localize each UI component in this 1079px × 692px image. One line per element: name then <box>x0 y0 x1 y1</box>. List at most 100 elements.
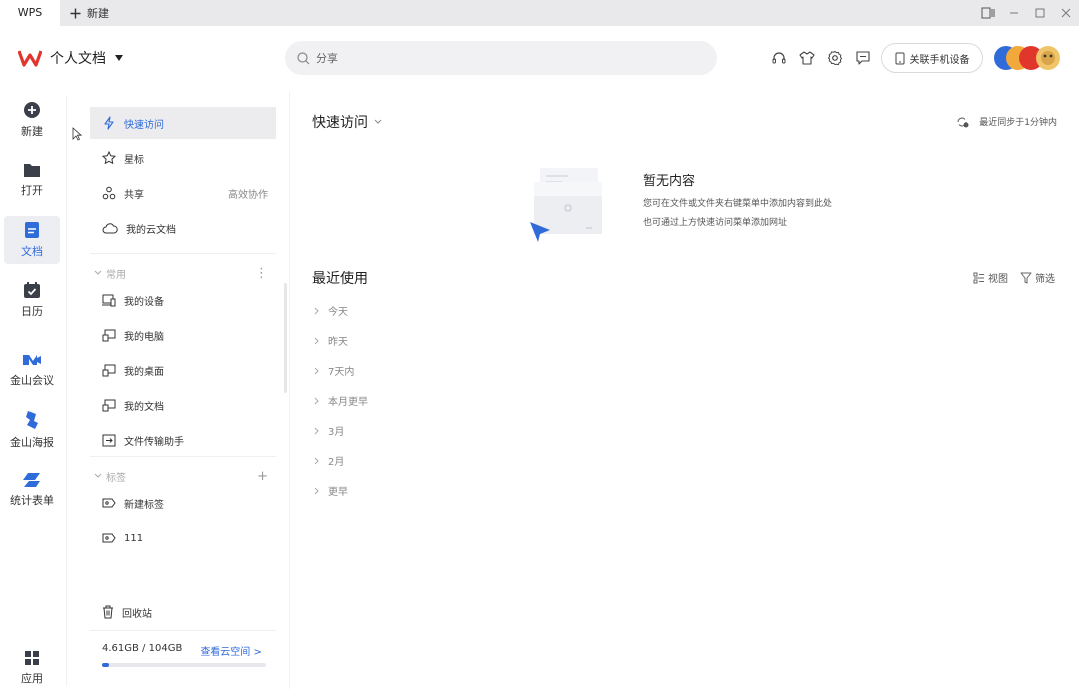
sidebar-scrollbar[interactable] <box>284 283 287 393</box>
video-meeting-icon <box>22 352 42 368</box>
transfer-icon <box>102 434 116 447</box>
group-label: 标签 <box>106 472 126 484</box>
rail-item-docs[interactable]: 文档 <box>4 216 60 264</box>
chevron-down-icon <box>94 270 102 276</box>
tab-wps[interactable]: WPS <box>0 0 60 26</box>
sidebar-item-my-desktop[interactable]: 我的桌面 <box>90 354 276 386</box>
maximize-icon[interactable] <box>1027 0 1053 26</box>
device-icon <box>102 294 116 307</box>
empty-box-illustration <box>526 164 606 244</box>
recent-toolbar: 视图 筛选 <box>973 270 1055 285</box>
recent-group-earlier[interactable]: 更早 <box>314 483 348 498</box>
rail-item-apps[interactable]: 应用 <box>4 644 60 692</box>
sidebar-item-cloud-docs[interactable]: 我的云文档 <box>90 212 276 244</box>
recent-group-today[interactable]: 今天 <box>314 303 348 318</box>
recent-group-february[interactable]: 2月 <box>314 453 344 468</box>
sidebar-item-label: 我的设备 <box>124 296 164 308</box>
storage-progress-fill <box>102 663 110 667</box>
view-button[interactable]: 视图 <box>973 270 1008 285</box>
my-docs-icon <box>102 399 116 412</box>
rail-item-calendar[interactable]: 日历 <box>4 276 60 324</box>
desktop-icon <box>102 364 116 377</box>
sidebar-item-star[interactable]: 星标 <box>90 142 276 174</box>
link-phone-button[interactable]: 关联手机设备 <box>881 43 983 73</box>
sidebar-item-recycle[interactable]: 回收站 <box>90 596 276 628</box>
group-label: 今天 <box>328 307 348 318</box>
sidebar-item-label: 回收站 <box>122 608 152 620</box>
feedback-icon[interactable] <box>855 50 871 66</box>
mouse-cursor-icon <box>72 127 82 141</box>
rail-label: 文档 <box>21 245 43 258</box>
poster-icon <box>23 410 41 430</box>
view-cloud-space-link[interactable]: 查看云空间 > <box>200 643 262 658</box>
cloud-icon <box>102 222 118 234</box>
group-label: 3月 <box>328 427 345 438</box>
filter-label: 筛选 <box>1035 274 1055 285</box>
add-tag-icon[interactable]: + <box>257 469 268 484</box>
headset-icon[interactable] <box>771 50 787 66</box>
rail-item-meeting[interactable]: 金山会议 <box>4 346 60 394</box>
chevron-right-icon <box>314 397 320 405</box>
sidebar-item-tag-111[interactable]: 111 <box>90 522 276 554</box>
more-dots-icon[interactable]: ⋮ <box>255 266 268 281</box>
sidebar-item-share[interactable]: 共享 高效协作 <box>90 177 276 209</box>
skin-shirt-icon[interactable] <box>799 50 815 66</box>
storage-info: 4.61GB / 104GB 查看云空间 > <box>102 643 262 658</box>
sidebar-item-my-docs[interactable]: 我的文档 <box>90 389 276 421</box>
chevron-right-icon <box>314 427 320 435</box>
sidebar-item-my-computer[interactable]: 我的电脑 <box>90 319 276 351</box>
tab-new[interactable]: 新建 <box>70 0 109 26</box>
empty-state-title: 暂无内容 <box>643 174 696 189</box>
phone-icon <box>895 52 905 65</box>
sidebar-item-label: 我的电脑 <box>124 331 164 343</box>
sidebar-item-label: 共享 <box>124 189 144 201</box>
group-label: 昨天 <box>328 337 348 348</box>
recent-title: 最近使用 <box>312 271 368 287</box>
account-avatars[interactable] <box>993 43 1063 73</box>
chevron-right-icon <box>314 367 320 375</box>
sidebar-item-my-device[interactable]: 我的设备 <box>90 284 276 316</box>
divider <box>90 630 276 631</box>
chevron-down-icon <box>94 473 102 479</box>
rail-label: 统计表单 <box>10 494 54 507</box>
sidebar-item-label: 星标 <box>124 154 144 166</box>
sidebar-item-label: 文件传输助手 <box>124 436 184 448</box>
gear-icon[interactable] <box>827 50 843 66</box>
storage-used: 4.61GB / 104GB <box>102 643 183 654</box>
rail-item-poster[interactable]: 金山海报 <box>4 406 60 454</box>
recent-group-7days[interactable]: 7天内 <box>314 363 354 378</box>
empty-state-hint-1: 您可在文件或文件夹右键菜单中添加内容到此处 <box>643 199 833 209</box>
group-label: 本月更早 <box>328 397 368 408</box>
sidebar-item-new-tag[interactable]: 新建标签 <box>90 487 276 519</box>
search-placeholder: 分享 <box>316 52 338 65</box>
group-tags[interactable]: 标签 + <box>90 466 276 486</box>
rail-item-new[interactable]: 新建 <box>4 96 60 144</box>
close-icon[interactable] <box>1053 0 1079 26</box>
sync-check-icon <box>956 116 969 128</box>
workspace-switcher[interactable]: 个人文档 <box>18 48 124 68</box>
rail-item-form[interactable]: 统计表单 <box>4 466 60 514</box>
star-icon <box>102 151 116 165</box>
sidebar-item-label: 111 <box>124 532 144 544</box>
rail-item-open[interactable]: 打开 <box>4 156 60 204</box>
rail-label: 打开 <box>21 184 43 197</box>
minimize-icon[interactable] <box>1001 0 1027 26</box>
restore-layout-icon[interactable] <box>975 0 1001 26</box>
recent-group-march[interactable]: 3月 <box>314 423 344 438</box>
rail-label: 日历 <box>21 305 43 318</box>
recent-group-this-month[interactable]: 本月更早 <box>314 393 368 408</box>
search-input[interactable]: 分享 <box>285 41 717 75</box>
quick-access-dropdown[interactable]: 快速访问 <box>312 112 382 132</box>
chevron-right-icon <box>314 307 320 315</box>
group-common[interactable]: 常用 ⋮ <box>90 263 276 283</box>
docs-sidebar: 快速访问 星标 共享 高效协作 我的云文档 常用 ⋮ 我的设备 我的电脑 我的桌… <box>90 92 276 689</box>
header-icons <box>771 50 871 66</box>
filter-button[interactable]: 筛选 <box>1020 270 1055 285</box>
form-icon <box>22 472 42 488</box>
sidebar-item-file-transfer[interactable]: 文件传输助手 <box>90 424 276 456</box>
recent-group-yesterday[interactable]: 昨天 <box>314 333 348 348</box>
plus-circle-icon <box>23 101 41 119</box>
sidebar-item-quick-access[interactable]: 快速访问 <box>90 107 276 139</box>
divider <box>90 456 276 457</box>
calendar-icon <box>23 281 41 299</box>
